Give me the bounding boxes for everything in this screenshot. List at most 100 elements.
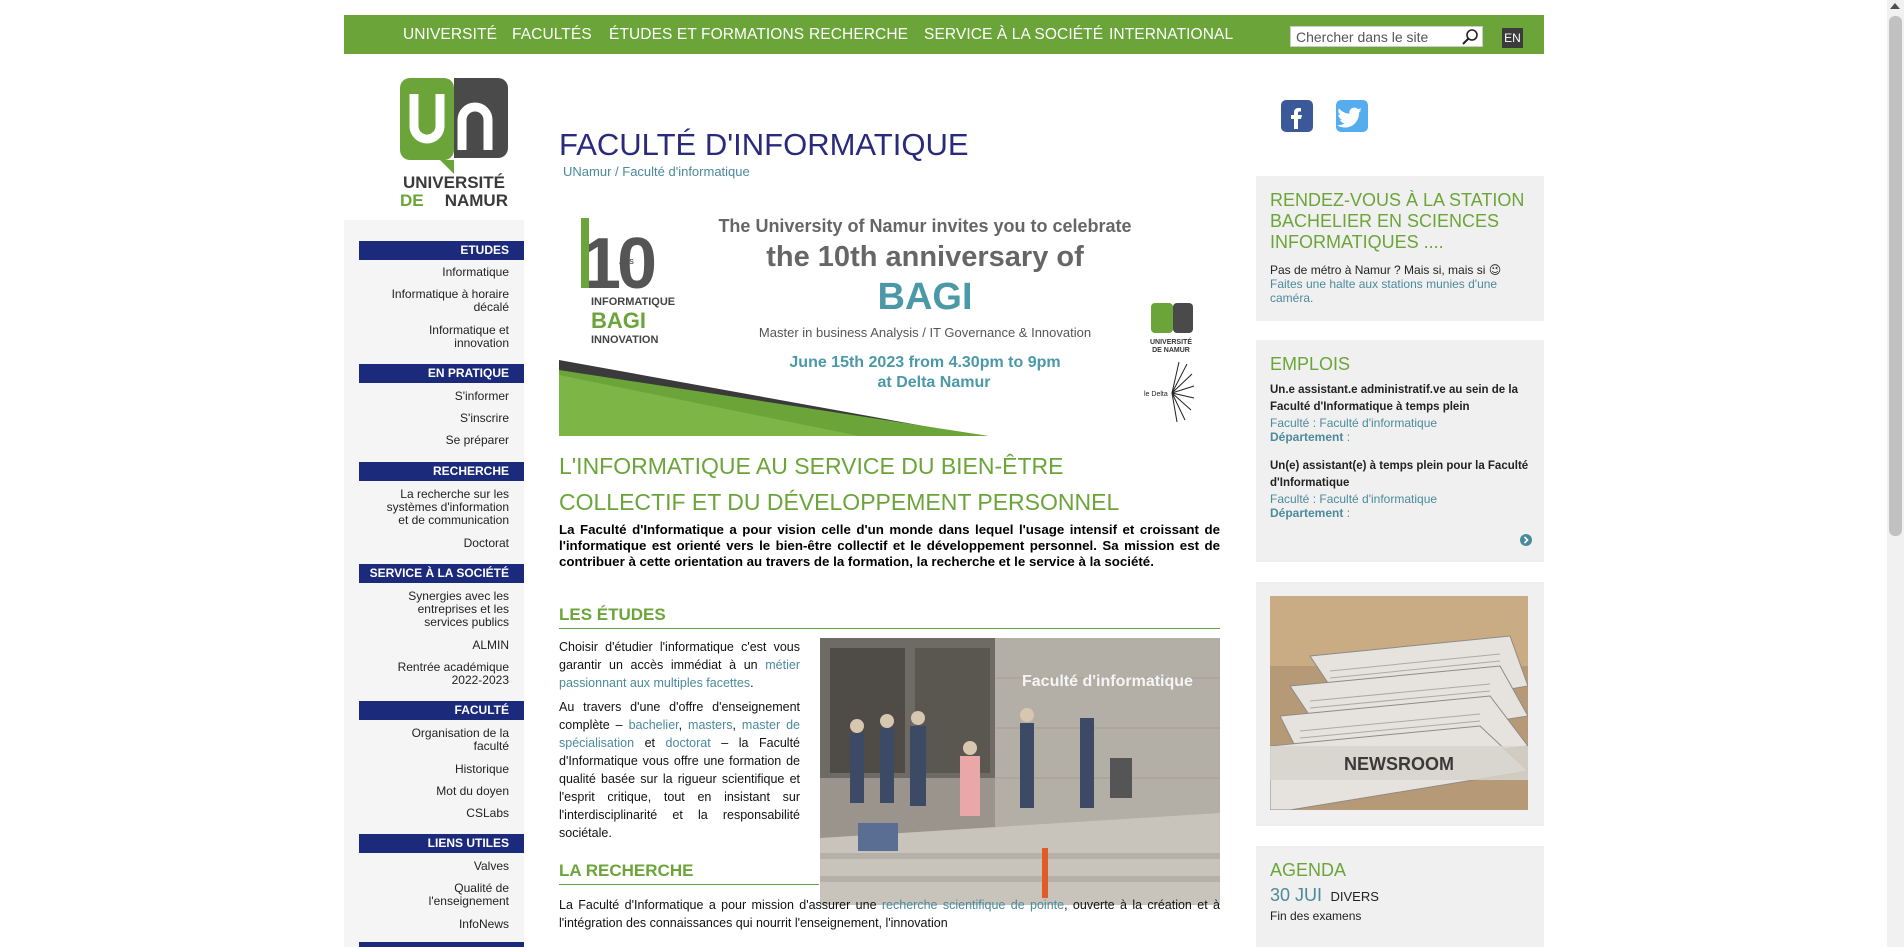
banner-univ-line2: DE NAMUR	[1152, 347, 1190, 354]
scrollbar-thumb[interactable]	[1889, 16, 1902, 536]
sidebar-heading-service-societe: SERVICE À LA SOCIÉTÉ	[359, 564, 524, 583]
agenda-item[interactable]: 30 JUI DIVERS	[1270, 885, 1530, 906]
sidebar-item-label: entreprises et les	[417, 602, 509, 616]
text-span: ,	[678, 718, 689, 732]
banner-invite: The University of Namur invites you to c…	[718, 216, 1131, 236]
sidebar-item-rentree[interactable]: Rentrée académique 2022-2023	[359, 661, 509, 687]
sidebar-item-mot-du-doyen[interactable]: Mot du doyen	[359, 785, 509, 798]
sidebar-item-label: Informatique à horaire	[391, 287, 509, 301]
job-item[interactable]: Un.e assistant.e administratif.ve au sei…	[1270, 382, 1530, 444]
faculty-building-photo: Faculté d'informatique	[820, 638, 1220, 905]
sidebar-heading-faculte: FACULTÉ	[359, 701, 524, 720]
sidebar-item-label: 2022-2023	[451, 673, 509, 687]
banner-badge-bagi: BAGI	[591, 308, 646, 333]
agenda-title[interactable]: AGENDA	[1270, 860, 1530, 881]
search-icon[interactable]	[1461, 28, 1479, 46]
sidebar-item-label: l'enseignement	[428, 894, 509, 908]
nav-universite[interactable]: UNIVERSITÉ	[403, 26, 497, 44]
sidebar-item-label: Informatique et	[428, 323, 509, 337]
unamur-logo-icon: UNIVERSITÉ DE NAMUR	[400, 78, 508, 210]
breadcrumb: UNamur / Faculté d'informatique	[563, 164, 750, 179]
banner-subtitle: Master in business Analysis / IT Governa…	[759, 325, 1091, 340]
sidebar-heading-en-pratique: EN PRATIQUE	[359, 364, 524, 383]
nav-international[interactable]: INTERNATIONAL	[1109, 26, 1233, 44]
search-input[interactable]	[1291, 27, 1456, 46]
sidebar-item-sinformer[interactable]: S'informer	[359, 390, 509, 403]
nav-etudes-formations[interactable]: ÉTUDES ET FORMATIONS	[609, 26, 804, 44]
job-item[interactable]: Un(e) assistant(e) à temps plein pour la…	[1270, 458, 1530, 520]
sidebar-item-label: Synergies avec les	[408, 589, 509, 603]
job-department: Département :	[1270, 506, 1530, 520]
sidebar-item-label: Rentrée académique	[397, 660, 509, 674]
banner-badge-innovation: INNOVATION	[591, 334, 658, 346]
event-banner[interactable]: 10 ANS INFORMATIQUE BAGI INNOVATION The …	[559, 210, 1220, 436]
sidebar-item-informatique-horaire-decale[interactable]: Informatique à horaire décalé	[359, 288, 509, 314]
sidebar-item-cslabs[interactable]: CSLabs	[359, 807, 509, 820]
banner-anniversary: the 10th anniversary of	[766, 241, 1084, 273]
sidebar-item-label: faculté	[473, 739, 509, 753]
job-faculty: Faculté : Faculté d'informatique	[1270, 416, 1530, 430]
banner-delta: le Delta	[1144, 391, 1168, 398]
sidebar-heading-next	[359, 942, 524, 947]
headline-line-2: COLLECTIF ET DU DÉVELOPPEMENT PERSONNEL	[559, 489, 1120, 515]
banner-place: at Delta Namur	[878, 374, 991, 391]
nav-facultes[interactable]: FACULTÉS	[512, 26, 592, 44]
logo-text-namur: NAMUR	[445, 191, 508, 206]
top-navigation: UNIVERSITÉ FACULTÉS ÉTUDES ET FORMATIONS…	[344, 15, 1544, 54]
link-bachelier[interactable]: bachelier	[629, 718, 679, 732]
job-department-value: :	[1343, 506, 1351, 520]
wink-emoji-icon: 😉	[1488, 263, 1502, 277]
sidebar-item-valves[interactable]: Valves	[359, 860, 509, 873]
sidebar-item-sinscrire[interactable]: S'inscrire	[359, 412, 509, 425]
sidebar-heading-recherche: RECHERCHE	[359, 462, 524, 481]
breadcrumb-current: Faculté d'informatique	[622, 164, 750, 179]
university-logo[interactable]: UNIVERSITÉ DE NAMUR	[396, 76, 512, 210]
sidebar-item-historique[interactable]: Historique	[359, 763, 509, 776]
job-title[interactable]: Un(e) assistant(e) à temps plein pour la…	[1270, 458, 1530, 492]
facebook-icon[interactable]	[1281, 100, 1313, 132]
station-text: Pas de métro à Namur ? Mais si, mais si …	[1270, 263, 1530, 277]
sidebar-heading-etudes: ETUDES	[359, 241, 524, 260]
link-doctorat[interactable]: doctorat	[666, 736, 711, 750]
sidebar-item-infonews[interactable]: InfoNews	[359, 918, 509, 931]
section-divider	[559, 628, 1220, 629]
job-title[interactable]: Un.e assistant.e administratif.ve au sei…	[1270, 382, 1530, 416]
sidebar-item-informatique[interactable]: Informatique	[359, 266, 509, 279]
banner-badge-informatique: INFORMATIQUE	[591, 296, 675, 308]
breadcrumb-home-link[interactable]: UNamur	[563, 164, 611, 179]
sidebar-item-label: innovation	[454, 336, 509, 350]
language-switch-button[interactable]: EN	[1502, 28, 1523, 48]
agenda-panel: AGENDA 30 JUI DIVERS Fin des examens	[1256, 846, 1544, 947]
sidebar-item-qualite[interactable]: Qualité de l'enseignement	[359, 882, 509, 908]
link-masters[interactable]: masters	[688, 718, 732, 732]
sidebar-item-label: services publics	[424, 615, 509, 629]
sidebar-item-label: et de communication	[398, 513, 509, 527]
link-recherche-pointe[interactable]: recherche scientifique de pointe	[882, 898, 1064, 912]
section-divider	[559, 884, 819, 885]
sidebar-item-label: Qualité de	[454, 881, 509, 895]
sidebar-item-se-preparer[interactable]: Se préparer	[359, 434, 509, 447]
sidebar-item-informatique-innovation[interactable]: Informatique et innovation	[359, 324, 509, 350]
page-scrollbar[interactable]	[1887, 0, 1904, 947]
arrow-right-circle-icon[interactable]	[1520, 534, 1532, 546]
newsroom-image[interactable]: NEWSROOM	[1270, 596, 1528, 810]
scroll-up-arrow-icon[interactable]	[1890, 3, 1900, 9]
text-span: – la Faculté d'Informatique vous offre u…	[559, 736, 800, 840]
job-faculty-label: Faculté	[1270, 492, 1310, 506]
banner-univ-line1: UNIVERSITÉ	[1150, 337, 1192, 346]
nav-recherche[interactable]: RECHERCHE	[809, 26, 908, 44]
twitter-icon[interactable]	[1336, 100, 1368, 132]
left-sidebar: ETUDES Informatique Informatique à horai…	[344, 220, 524, 947]
text-span: .	[750, 676, 754, 690]
emplois-title[interactable]: EMPLOIS	[1270, 354, 1530, 375]
sidebar-item-synergies[interactable]: Synergies avec les entreprises et les serv…	[359, 590, 509, 629]
station-title[interactable]: RENDEZ-VOUS À LA STATION BACHELIER EN SC…	[1270, 190, 1530, 253]
sidebar-item-almin[interactable]: ALMIN	[359, 639, 509, 652]
sidebar-item-recherche-si[interactable]: La recherche sur les systèmes d'informati…	[359, 488, 509, 527]
logo-text-de: DE	[400, 191, 424, 206]
agenda-event[interactable]: Fin des examens	[1270, 909, 1530, 923]
sidebar-item-organisation[interactable]: Organisation de la faculté	[359, 727, 509, 753]
sidebar-item-doctorat[interactable]: Doctorat	[359, 537, 509, 550]
station-link[interactable]: Faites une halte aux stations munies d'u…	[1270, 277, 1530, 305]
nav-service-societe[interactable]: SERVICE À LA SOCIÉTÉ	[924, 26, 1103, 44]
